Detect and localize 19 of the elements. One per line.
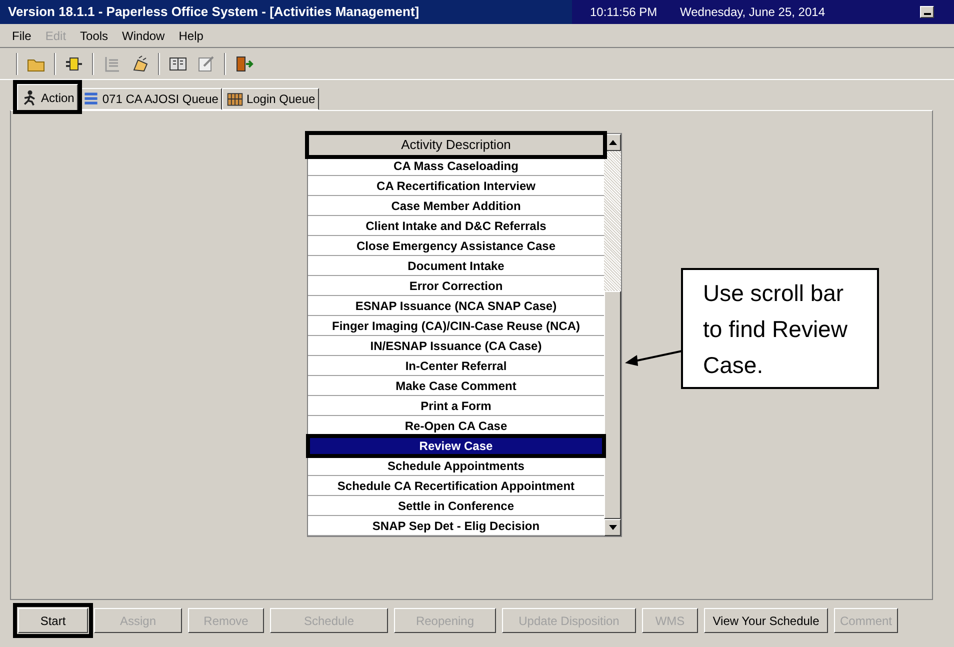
tab[interactable]: Login Queue: [222, 88, 320, 110]
clock-time: 10:11:56 PM: [589, 4, 658, 21]
callout-text: Use scroll bar to find Review Case.: [703, 278, 848, 380]
action-button[interactable]: View Your Schedule: [704, 608, 828, 633]
minimize-button[interactable]: [920, 6, 934, 18]
scrollbar[interactable]: [604, 134, 621, 536]
menu-item[interactable]: Tools: [80, 26, 108, 44]
column-header[interactable]: Activity Description: [308, 134, 604, 156]
menu-item[interactable]: Window: [122, 26, 165, 44]
window-title: Version 18.1.1 - Paperless Office System - [Activities Management]: [7, 3, 420, 22]
menu-item[interactable]: File: [12, 26, 32, 44]
date-text: Wednesday, June 25, 2014: [680, 4, 826, 21]
action-button[interactable]: Start: [18, 608, 88, 633]
down-arrow-icon: [608, 525, 616, 530]
scroll-down-button[interactable]: [604, 519, 621, 536]
menu-item[interactable]: Help: [178, 26, 204, 44]
up-arrow-icon: [608, 140, 616, 145]
grid-icon: [226, 90, 244, 108]
tab[interactable]: Action: [17, 84, 78, 110]
